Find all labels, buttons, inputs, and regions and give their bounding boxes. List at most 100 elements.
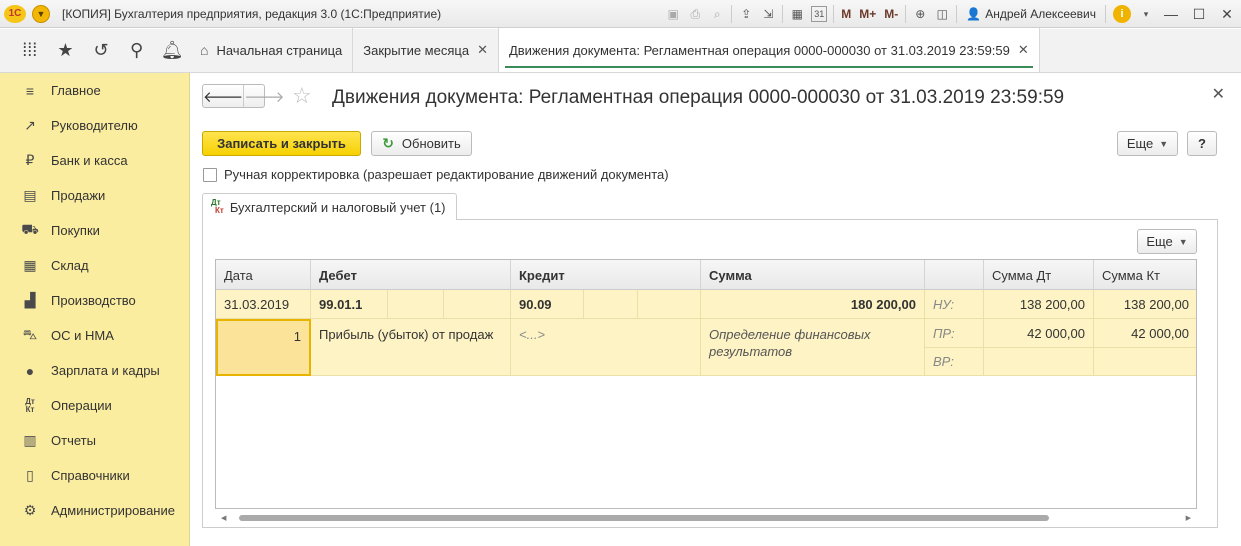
memory-button[interactable]: M xyxy=(837,7,855,21)
forward-button[interactable]: 🡒 xyxy=(243,85,284,107)
sidebar-item-label: Банк и касса xyxy=(51,153,128,168)
sidebar-item-production[interactable]: ▟ Производство xyxy=(0,283,189,318)
cell-date[interactable]: 31.03.2019 xyxy=(216,290,311,319)
maximize-button[interactable]: ☐ xyxy=(1185,6,1213,23)
sidebar-item-main[interactable]: ≡ Главное xyxy=(0,73,189,108)
cell-debit-account[interactable]: 99.01.1 xyxy=(311,290,388,319)
toolbar-separator xyxy=(833,5,835,23)
memory-minus-button[interactable]: M- xyxy=(880,7,902,21)
column-header-type[interactable] xyxy=(925,260,984,290)
sections-grid-icon[interactable]: ⁞⁞⁞ xyxy=(12,36,48,66)
preview-icon[interactable]: ⌕ xyxy=(706,4,728,24)
sidebar-item-warehouse[interactable]: ▦ Склад xyxy=(0,248,189,283)
sidebar-item-sales[interactable]: ▤ Продажи xyxy=(0,178,189,213)
cell-sum-dt-vr[interactable] xyxy=(984,348,1094,376)
user-menu[interactable]: 👤 Андрей Алексеевич xyxy=(960,7,1102,21)
chevron-down-icon: ▼ xyxy=(1178,236,1188,247)
more-button[interactable]: Еще ▼ xyxy=(1117,131,1178,156)
close-icon[interactable]: ✕ xyxy=(1018,42,1029,58)
history-icon[interactable]: ↺ xyxy=(83,36,119,66)
search-icon[interactable]: ⚲ xyxy=(119,36,155,66)
chevron-down-icon[interactable]: ▾ xyxy=(1135,4,1157,24)
print-icon[interactable]: ⎙ xyxy=(684,4,706,24)
window-title: [КОПИЯ] Бухгалтерия предприятия, редакци… xyxy=(62,6,442,21)
cell-credit-account[interactable]: 90.09 xyxy=(511,290,584,319)
cell-vr-label: ВР: xyxy=(925,348,984,376)
cell-sum-kt-nu[interactable]: 138 200,00 xyxy=(1094,290,1196,319)
book-icon: ▯ xyxy=(26,467,34,483)
minimize-button[interactable]: — xyxy=(1157,6,1185,22)
cell-sum-kt-pr[interactable]: 42 000,00 xyxy=(1094,319,1196,348)
close-window-button[interactable]: ✕ xyxy=(1213,6,1241,23)
column-header-debit[interactable]: Дебет xyxy=(311,260,511,290)
favorites-star-icon[interactable]: ★ xyxy=(48,36,84,66)
column-header-amount[interactable]: Сумма xyxy=(701,260,925,290)
notifications-bell-icon[interactable]: 🔔︎ xyxy=(154,36,190,66)
scroll-right-arrow-icon[interactable]: ▶ xyxy=(1186,514,1191,522)
toolbar-separator xyxy=(1105,5,1106,23)
sidebar-item-label: Администрирование xyxy=(51,503,175,518)
toolbar-separator xyxy=(905,5,907,23)
column-header-sum-kt[interactable]: Сумма Кт xyxy=(1094,260,1196,290)
cell-debit-sub2[interactable] xyxy=(388,290,444,319)
toolbar-separator xyxy=(956,5,958,23)
column-header-sum-dt[interactable]: Сумма Дт xyxy=(984,260,1094,290)
save-and-close-button[interactable]: Записать и закрыть xyxy=(202,131,361,156)
table-row[interactable]: 31.03.2019 99.01.1 90.09 180 200,00 НУ: … xyxy=(216,290,1196,376)
main-menu-button[interactable]: ▼ xyxy=(32,4,50,23)
tab-document-movements[interactable]: Движения документа: Регламентная операци… xyxy=(498,28,1040,72)
sidebar-item-admin[interactable]: ⚙ Администрирование xyxy=(0,493,189,528)
sidebar-item-salary[interactable]: ● Зарплата и кадры xyxy=(0,353,189,388)
panels-icon[interactable]: ◫ xyxy=(931,4,953,24)
cell-debit-subconto[interactable]: Прибыль (убыток) от продаж xyxy=(311,319,511,376)
sidebar-item-label: Покупки xyxy=(51,223,100,238)
sidebar-item-purchases[interactable]: ⛟ Покупки xyxy=(0,213,189,248)
cell-credit-sub3[interactable] xyxy=(638,290,701,319)
sidebar-item-reports[interactable]: ▥ Отчеты xyxy=(0,423,189,458)
ruble-icon: ₽ xyxy=(25,152,35,168)
cell-sum-dt-pr[interactable]: 42 000,00 xyxy=(984,319,1094,348)
tab-home[interactable]: ⌂ Начальная страница xyxy=(190,28,354,72)
sidebar-item-bank[interactable]: ₽ Банк и касса xyxy=(0,143,189,178)
dt-kt-icon-kt: Кт xyxy=(25,404,35,414)
cell-sum-kt-vr[interactable] xyxy=(1094,348,1196,376)
grid-more-button[interactable]: Еще ▼ xyxy=(1137,229,1197,254)
help-button[interactable]: ? xyxy=(1187,131,1217,156)
cell-credit-subconto[interactable]: <...> xyxy=(511,319,701,376)
calculator-icon[interactable]: ▦ xyxy=(786,4,808,24)
more-label: Еще xyxy=(1146,234,1173,249)
sidebar-item-operations[interactable]: Дт Кт Операции xyxy=(0,388,189,423)
tab-accounting-register[interactable]: Дт Кт Бухгалтерский и налоговый учет (1) xyxy=(202,193,457,220)
info-icon[interactable]: i xyxy=(1113,5,1131,23)
scrollbar-thumb[interactable] xyxy=(239,515,1049,521)
zoom-icon[interactable]: ⊕ xyxy=(909,4,931,24)
cell-content[interactable]: Определение финансовых результатов xyxy=(701,319,925,376)
column-header-date[interactable]: Дата xyxy=(216,260,311,290)
cell-line-number[interactable]: 1 xyxy=(216,319,311,376)
form-content: 🡐 🡒 ☆ Движения документа: Регламентная о… xyxy=(190,73,1241,546)
sidebar-item-manager[interactable]: ↗ Руководителю xyxy=(0,108,189,143)
sidebar-item-assets[interactable]: ⛍ ОС и НМА xyxy=(0,318,189,353)
sidebar-item-directories[interactable]: ▯ Справочники xyxy=(0,458,189,493)
favorite-star-icon[interactable]: ☆ xyxy=(292,83,312,109)
upload-icon[interactable]: ⇪ xyxy=(735,4,757,24)
cell-amount[interactable]: 180 200,00 xyxy=(701,290,925,319)
kt-icon-label: Кт xyxy=(215,206,224,215)
cell-sum-dt-nu[interactable]: 138 200,00 xyxy=(984,290,1094,319)
save-icon[interactable]: ▣ xyxy=(662,4,684,24)
manual-edit-checkbox[interactable] xyxy=(203,167,217,182)
close-icon[interactable]: ✕ xyxy=(477,42,488,58)
memory-plus-button[interactable]: M+ xyxy=(855,7,880,21)
calendar-icon[interactable]: 31 xyxy=(811,6,828,22)
close-form-button[interactable]: ✕ xyxy=(1212,84,1225,104)
back-button[interactable]: 🡐 xyxy=(203,85,243,107)
column-header-credit[interactable]: Кредит xyxy=(511,260,701,290)
horizontal-scrollbar[interactable]: ◀ ▶ xyxy=(215,512,1197,524)
cell-credit-sub2[interactable] xyxy=(584,290,638,319)
tab-month-close[interactable]: Закрытие месяца ✕ xyxy=(353,28,499,72)
refresh-button[interactable]: ↻ Обновить xyxy=(371,131,472,156)
cell-debit-sub3[interactable] xyxy=(444,290,511,319)
scroll-left-arrow-icon[interactable]: ◀ xyxy=(221,514,226,522)
manual-edit-option: Ручная корректировка (разрешает редактир… xyxy=(203,167,669,182)
export-icon[interactable]: ⇲ xyxy=(757,4,779,24)
